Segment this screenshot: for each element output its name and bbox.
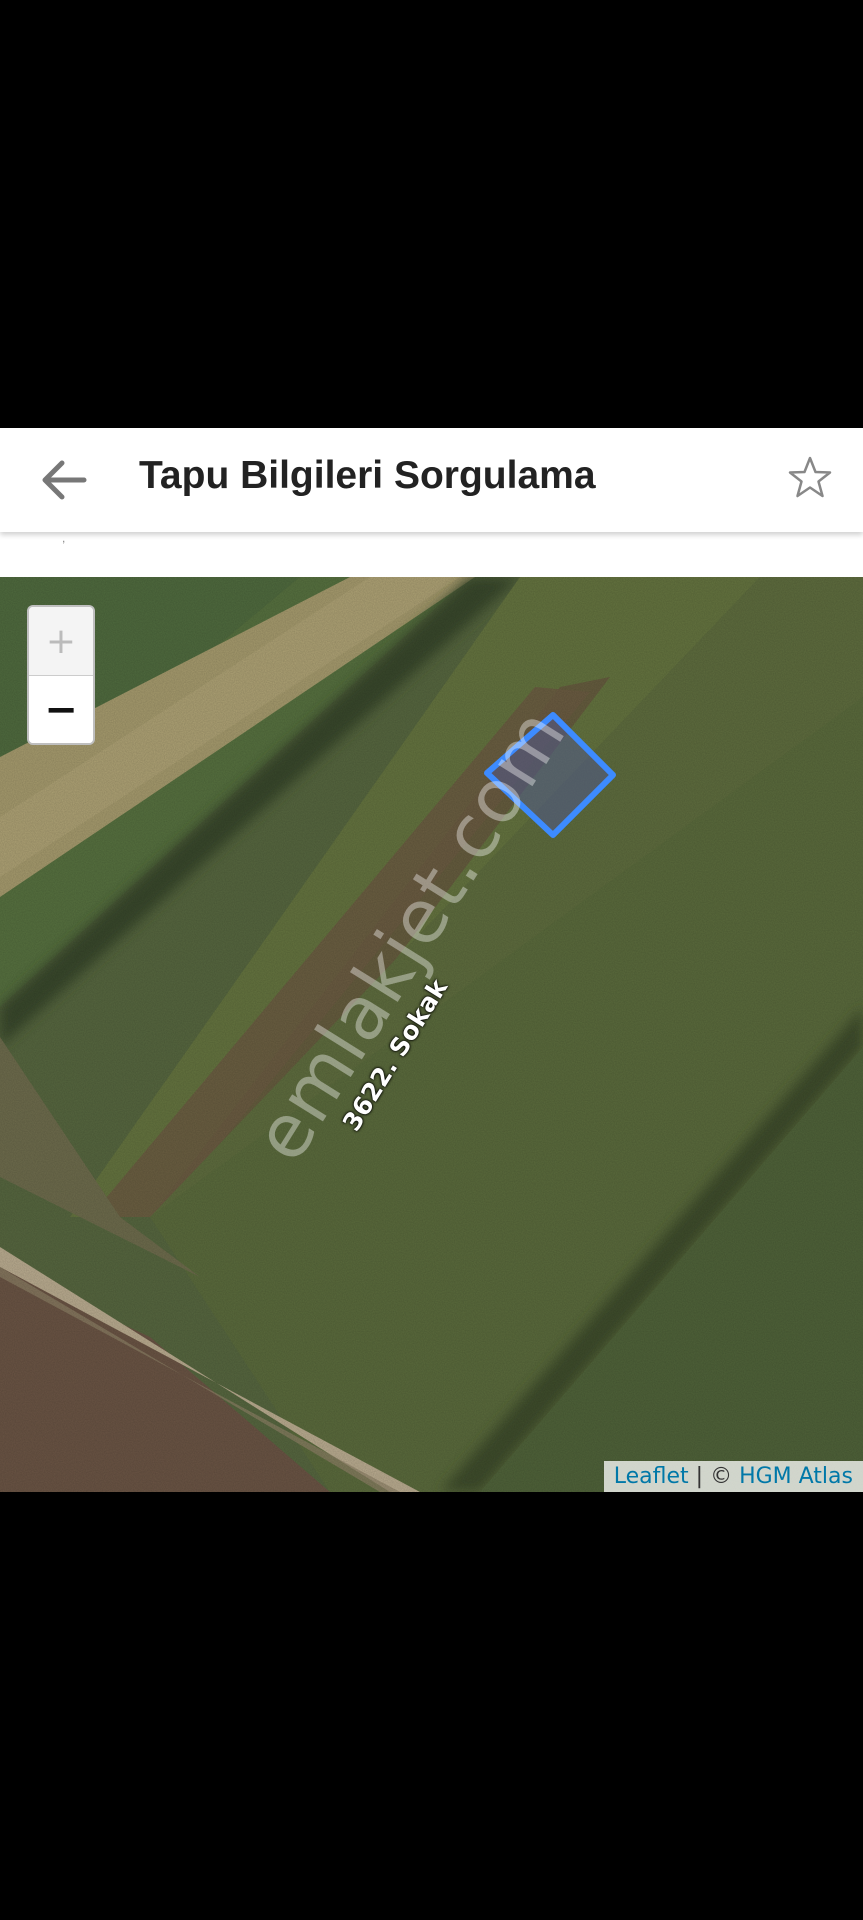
attribution-separator: | © [688, 1464, 740, 1489]
top-black-area [0, 0, 863, 428]
satellite-map-image [0, 577, 863, 1492]
leaflet-link[interactable]: Leaflet [614, 1464, 689, 1489]
zoom-out-button[interactable]: − [29, 676, 93, 743]
sub-bar: , [0, 532, 863, 577]
map-view[interactable] [0, 577, 863, 1492]
star-outline-icon[interactable] [780, 448, 840, 508]
map-attribution: Leaflet | © HGM Atlas [603, 1461, 863, 1492]
zoom-control: + − [27, 605, 95, 745]
page-title: Tapu Bilgileri Sorgulama [139, 454, 596, 497]
zoom-in-button[interactable]: + [29, 607, 93, 676]
arrow-left-icon[interactable] [34, 450, 94, 510]
provider-link[interactable]: HGM Atlas [739, 1464, 853, 1489]
bottom-black-area [0, 1492, 863, 1920]
truncated-text-fragment: , [62, 531, 66, 545]
app-bar: Tapu Bilgileri Sorgulama [0, 428, 863, 532]
